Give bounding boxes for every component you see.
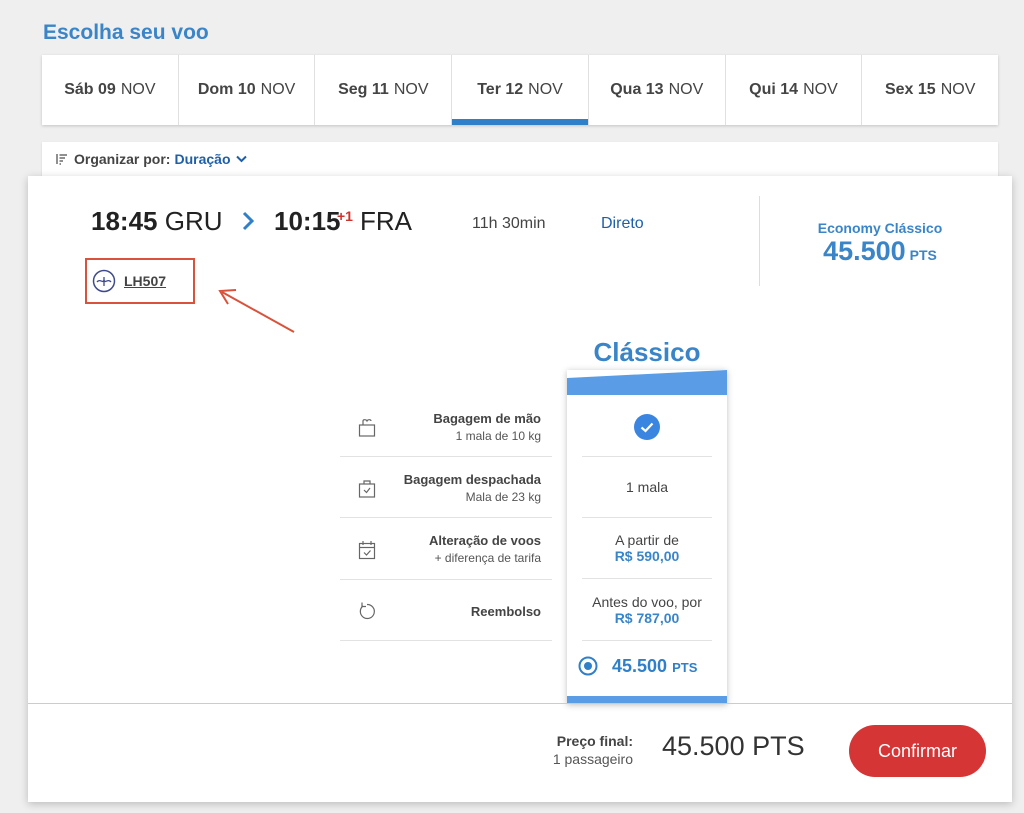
page-title: Escolha seu voo xyxy=(43,21,209,44)
cell-divider xyxy=(582,517,712,518)
date-tab-ter-12[interactable]: Ter 12 NOV xyxy=(452,55,589,125)
refund-fee: Antes do voo, por R$ 787,00 xyxy=(592,594,702,626)
checked-bag-icon xyxy=(358,480,376,498)
final-price: 45.500 PTS xyxy=(662,731,805,761)
cell-divider xyxy=(582,456,712,457)
date-tab-sex-15[interactable]: Sex 15 NOV xyxy=(862,55,998,125)
feature-name: Bagagem despachada xyxy=(403,472,541,487)
sort-dropdown[interactable]: Organizar por: Duração xyxy=(56,151,247,167)
feature-sub: + diferença de tarifa xyxy=(434,551,541,565)
feature-divider xyxy=(340,640,552,641)
fare-class: Economy Clássico xyxy=(817,220,943,236)
date-tabs: Sáb 09 NOV Dom 10 NOV Seg 11 NOV Ter 12 NOV … xyxy=(42,55,998,125)
carry-on-bag-icon xyxy=(358,419,376,437)
fare-price: 45.500 PTS xyxy=(823,236,937,266)
fare-column[interactable]: 1 mala A partir de R$ 590,00 Antes do voo… xyxy=(567,370,727,704)
feature-divider xyxy=(340,456,552,457)
airline-logo-icon xyxy=(92,269,116,293)
arrival-airport: FRA xyxy=(360,206,412,236)
feature-sub: 1 mala de 10 kg xyxy=(455,429,541,443)
fare-column-title: Clássico xyxy=(593,337,701,367)
cell-divider xyxy=(582,640,712,641)
date-tab-seg-11[interactable]: Seg 11 NOV xyxy=(315,55,453,125)
feature-divider xyxy=(340,517,552,518)
departure-time: 18:45 xyxy=(91,206,158,236)
chevron-right-icon xyxy=(242,211,255,231)
feature-divider xyxy=(340,579,552,580)
divider xyxy=(759,196,760,286)
passenger-count: 1 passageiro xyxy=(552,751,633,767)
calendar-check-icon xyxy=(358,541,376,560)
date-tab-qua-13[interactable]: Qua 13 NOV xyxy=(589,55,726,125)
departure: 18:45 GRU xyxy=(91,206,223,237)
checked-bag-value: 1 mala xyxy=(625,479,669,495)
feature-name: Bagagem de mão xyxy=(433,411,541,426)
confirm-button[interactable]: Confirmar xyxy=(849,725,986,777)
date-tab-sab-09[interactable]: Sáb 09 NOV xyxy=(42,55,179,125)
feature-name: Alteração de voos xyxy=(429,533,541,548)
arrival-day-offset: +1 xyxy=(337,208,353,224)
change-fee: A partir de R$ 590,00 xyxy=(614,532,680,564)
date-tab-dom-10[interactable]: Dom 10 NOV xyxy=(179,55,316,125)
check-circle-icon xyxy=(634,414,660,440)
fare-column-header xyxy=(567,370,727,395)
footer-divider xyxy=(28,703,1012,704)
sort-icon xyxy=(56,154,67,165)
feature-sub: Mala de 23 kg xyxy=(465,490,541,504)
annotation-arrow-icon xyxy=(218,289,295,333)
flight-number-link[interactable]: LH507 xyxy=(124,273,166,289)
feature-name: Reembolso xyxy=(470,604,541,619)
sort-label: Organizar por: xyxy=(74,151,171,167)
date-tab-qui-14[interactable]: Qui 14 NOV xyxy=(726,55,863,125)
cell-divider xyxy=(582,578,712,579)
sort-value: Duração xyxy=(174,151,231,167)
radio-selected-icon[interactable] xyxy=(578,656,598,676)
chevron-down-icon xyxy=(235,155,247,163)
flight-duration: 11h 30min xyxy=(472,215,546,232)
departure-airport: GRU xyxy=(164,206,223,236)
final-price-label: Preço final: xyxy=(556,733,633,749)
arrival-time-wrap: 10:15 xyxy=(274,206,341,237)
arrival-time: 10:15 xyxy=(274,206,341,236)
fare-column-points: 45.500 PTS xyxy=(612,656,698,676)
refund-icon xyxy=(359,602,375,620)
flight-stops: Direto xyxy=(601,215,644,232)
